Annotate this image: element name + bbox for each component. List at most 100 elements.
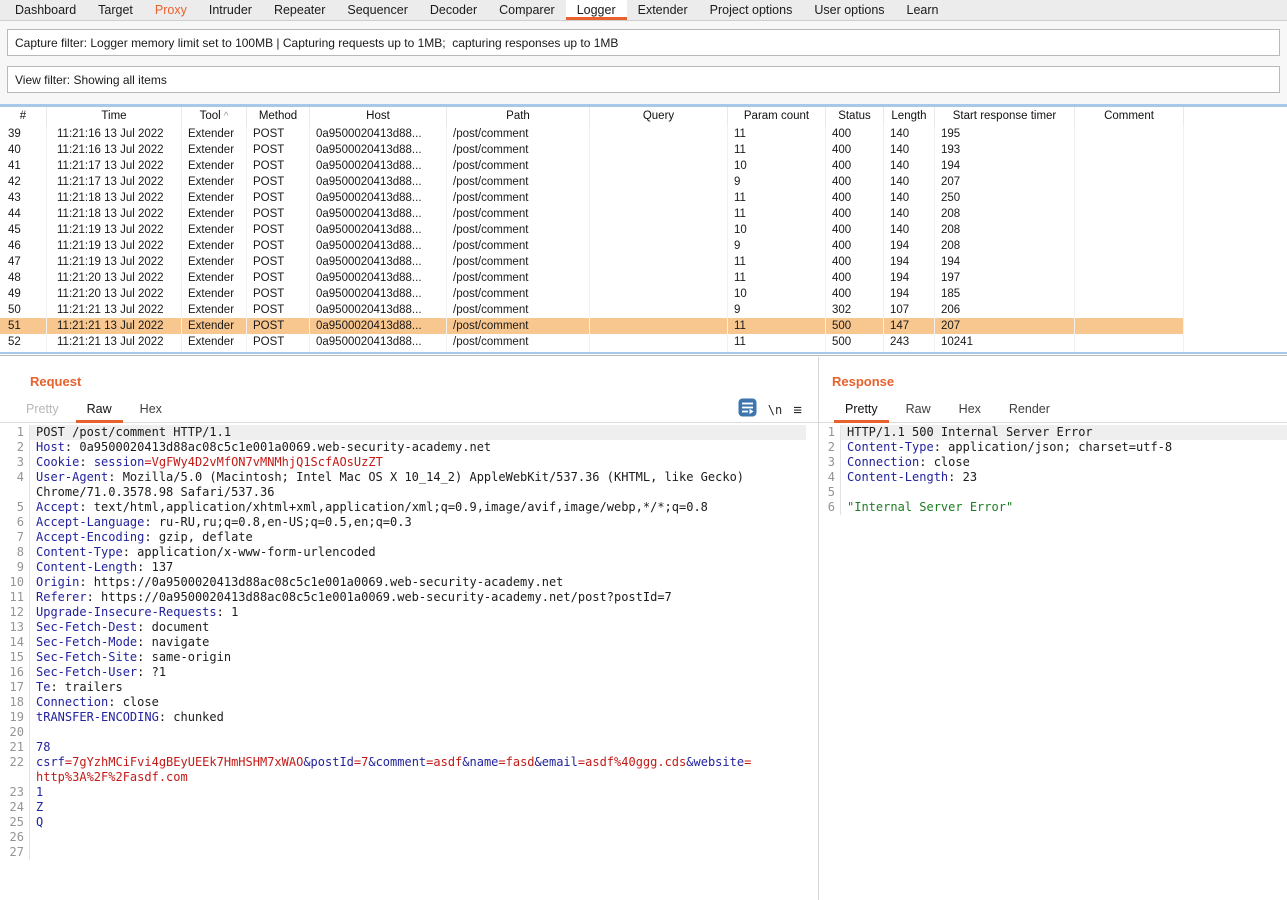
column-header-status[interactable]: Status: [826, 107, 884, 126]
log-row-40[interactable]: 4011:21:16 13 Jul 2022ExtenderPOST0a9500…: [0, 142, 1287, 158]
cell-host: 0a9500020413d88...: [310, 238, 447, 254]
cell-param-count: 9: [728, 174, 826, 190]
cell-path: /post/comment: [447, 254, 590, 270]
response-editor[interactable]: 1HTTP/1.1 500 Internal Server Error2Cont…: [819, 423, 1287, 515]
log-row-51[interactable]: 5111:21:21 13 Jul 2022ExtenderPOST0a9500…: [0, 318, 1287, 334]
menu-tab-project-options[interactable]: Project options: [699, 0, 804, 20]
menu-tab-repeater[interactable]: Repeater: [263, 0, 336, 20]
column-header-path[interactable]: Path: [447, 107, 590, 126]
menu-tab-target[interactable]: Target: [87, 0, 144, 20]
response-tab-pretty[interactable]: Pretty: [831, 398, 892, 422]
menu-tab-comparer[interactable]: Comparer: [488, 0, 566, 20]
cell-param-count: 9: [728, 302, 826, 318]
log-row-44[interactable]: 4411:21:18 13 Jul 2022ExtenderPOST0a9500…: [0, 206, 1287, 222]
request-editor[interactable]: 1POST /post/comment HTTP/1.12Host: 0a950…: [0, 423, 806, 860]
column-header-time[interactable]: Time: [47, 107, 182, 126]
cell-length: 140: [884, 190, 935, 206]
cell-path: /post/comment: [447, 238, 590, 254]
menu-tab-intruder[interactable]: Intruder: [198, 0, 263, 20]
view-filter-text: View filter: Showing all items: [15, 73, 167, 87]
cell-method: POST: [247, 190, 310, 206]
log-row-52[interactable]: 5211:21:21 13 Jul 2022ExtenderPOST0a9500…: [0, 334, 1287, 350]
column-header-query[interactable]: Query: [590, 107, 728, 126]
cell-host: 0a9500020413d88...: [310, 302, 447, 318]
column-header-param-count[interactable]: Param count: [728, 107, 826, 126]
menu-tab-proxy[interactable]: Proxy: [144, 0, 198, 20]
request-tab-raw[interactable]: Raw: [73, 398, 126, 422]
line-number: 25: [0, 815, 29, 830]
editor-menu-icon[interactable]: ≡: [793, 403, 802, 418]
menu-tab-dashboard[interactable]: Dashboard: [4, 0, 87, 20]
code-line-3: 3Connection: close: [819, 455, 1287, 470]
menu-tab-learn[interactable]: Learn: [896, 0, 950, 20]
log-row-45[interactable]: 4511:21:19 13 Jul 2022ExtenderPOST0a9500…: [0, 222, 1287, 238]
capture-filter-bar[interactable]: Capture filter: Logger memory limit set …: [7, 29, 1280, 56]
cell-time: 11:21:19 13 Jul 2022: [47, 222, 182, 238]
column-header-length[interactable]: Length: [884, 107, 935, 126]
cell--: 49: [0, 286, 47, 302]
cell-param-count: 9: [728, 238, 826, 254]
cell-host: 0a9500020413d88...: [310, 190, 447, 206]
log-row-43[interactable]: 4311:21:18 13 Jul 2022ExtenderPOST0a9500…: [0, 190, 1287, 206]
line-number: 3: [0, 455, 29, 470]
cell-length: 140: [884, 158, 935, 174]
cell-query: [590, 174, 728, 190]
log-row-49[interactable]: 4911:21:20 13 Jul 2022ExtenderPOST0a9500…: [0, 286, 1287, 302]
cell-param-count: 10: [728, 158, 826, 174]
cell--: 47: [0, 254, 47, 270]
log-row-47[interactable]: 4711:21:19 13 Jul 2022ExtenderPOST0a9500…: [0, 254, 1287, 270]
cell-comment: [1075, 174, 1184, 190]
cell-comment: [1075, 158, 1184, 174]
cell-path: /post/comment: [447, 126, 590, 142]
menu-tab-decoder[interactable]: Decoder: [419, 0, 488, 20]
menu-tab-sequencer[interactable]: Sequencer: [336, 0, 418, 20]
cell-host: 0a9500020413d88...: [310, 142, 447, 158]
cell-length: 147: [884, 318, 935, 334]
request-tab-hex[interactable]: Hex: [126, 398, 176, 422]
log-table-body: 3911:21:16 13 Jul 2022ExtenderPOST0a9500…: [0, 126, 1287, 352]
column-header-host[interactable]: Host: [310, 107, 447, 126]
column-header-comment[interactable]: Comment: [1075, 107, 1184, 126]
line-number: 1: [0, 425, 29, 440]
cell-path: /post/comment: [447, 334, 590, 350]
column-header-start-response-timer[interactable]: Start response timer: [935, 107, 1075, 126]
log-row-50[interactable]: 5011:21:21 13 Jul 2022ExtenderPOST0a9500…: [0, 302, 1287, 318]
log-row-39[interactable]: 3911:21:16 13 Jul 2022ExtenderPOST0a9500…: [0, 126, 1287, 142]
log-row-48[interactable]: 4811:21:20 13 Jul 2022ExtenderPOST0a9500…: [0, 270, 1287, 286]
cell--: 39: [0, 126, 47, 142]
log-row-46[interactable]: 4611:21:19 13 Jul 2022ExtenderPOST0a9500…: [0, 238, 1287, 254]
line-number: 2: [0, 440, 29, 455]
pretty-print-icon[interactable]: [738, 398, 757, 422]
newline-characters-icon[interactable]: \n: [768, 403, 782, 417]
cell-start-response-timer: 197: [935, 270, 1075, 286]
cell--: 43: [0, 190, 47, 206]
response-tab-hex[interactable]: Hex: [945, 398, 995, 422]
line-number: 3: [819, 455, 840, 470]
response-tab-render[interactable]: Render: [995, 398, 1064, 422]
cell-status: 400: [826, 158, 884, 174]
cell-time: 11:21:16 13 Jul 2022: [47, 142, 182, 158]
cell-tool: Extender: [182, 334, 247, 350]
menu-tab-logger[interactable]: Logger: [566, 0, 627, 20]
cell-host: 0a9500020413d88...: [310, 126, 447, 142]
log-row-42[interactable]: 4211:21:17 13 Jul 2022ExtenderPOST0a9500…: [0, 174, 1287, 190]
column-header-tool[interactable]: Tool^: [182, 107, 247, 126]
cell-tool: Extender: [182, 222, 247, 238]
code-line-27: 27: [0, 845, 806, 860]
cell-tool: Extender: [182, 158, 247, 174]
response-tab-raw[interactable]: Raw: [892, 398, 945, 422]
cell-path: /post/comment: [447, 302, 590, 318]
column-header--[interactable]: #: [0, 107, 47, 126]
menu-tab-user-options[interactable]: User options: [803, 0, 895, 20]
cell-comment: [1075, 190, 1184, 206]
menu-tab-extender[interactable]: Extender: [627, 0, 699, 20]
cell-length: 194: [884, 254, 935, 270]
request-tab-pretty[interactable]: Pretty: [12, 398, 73, 422]
cell-start-response-timer: 194: [935, 158, 1075, 174]
code-line-10: 10Origin: https://0a9500020413d88ac08c5c…: [0, 575, 806, 590]
column-header-method[interactable]: Method: [247, 107, 310, 126]
log-row-41[interactable]: 4111:21:17 13 Jul 2022ExtenderPOST0a9500…: [0, 158, 1287, 174]
cell-time: 11:21:20 13 Jul 2022: [47, 286, 182, 302]
view-filter-bar[interactable]: View filter: Showing all items: [7, 66, 1280, 93]
cell--: 40: [0, 142, 47, 158]
